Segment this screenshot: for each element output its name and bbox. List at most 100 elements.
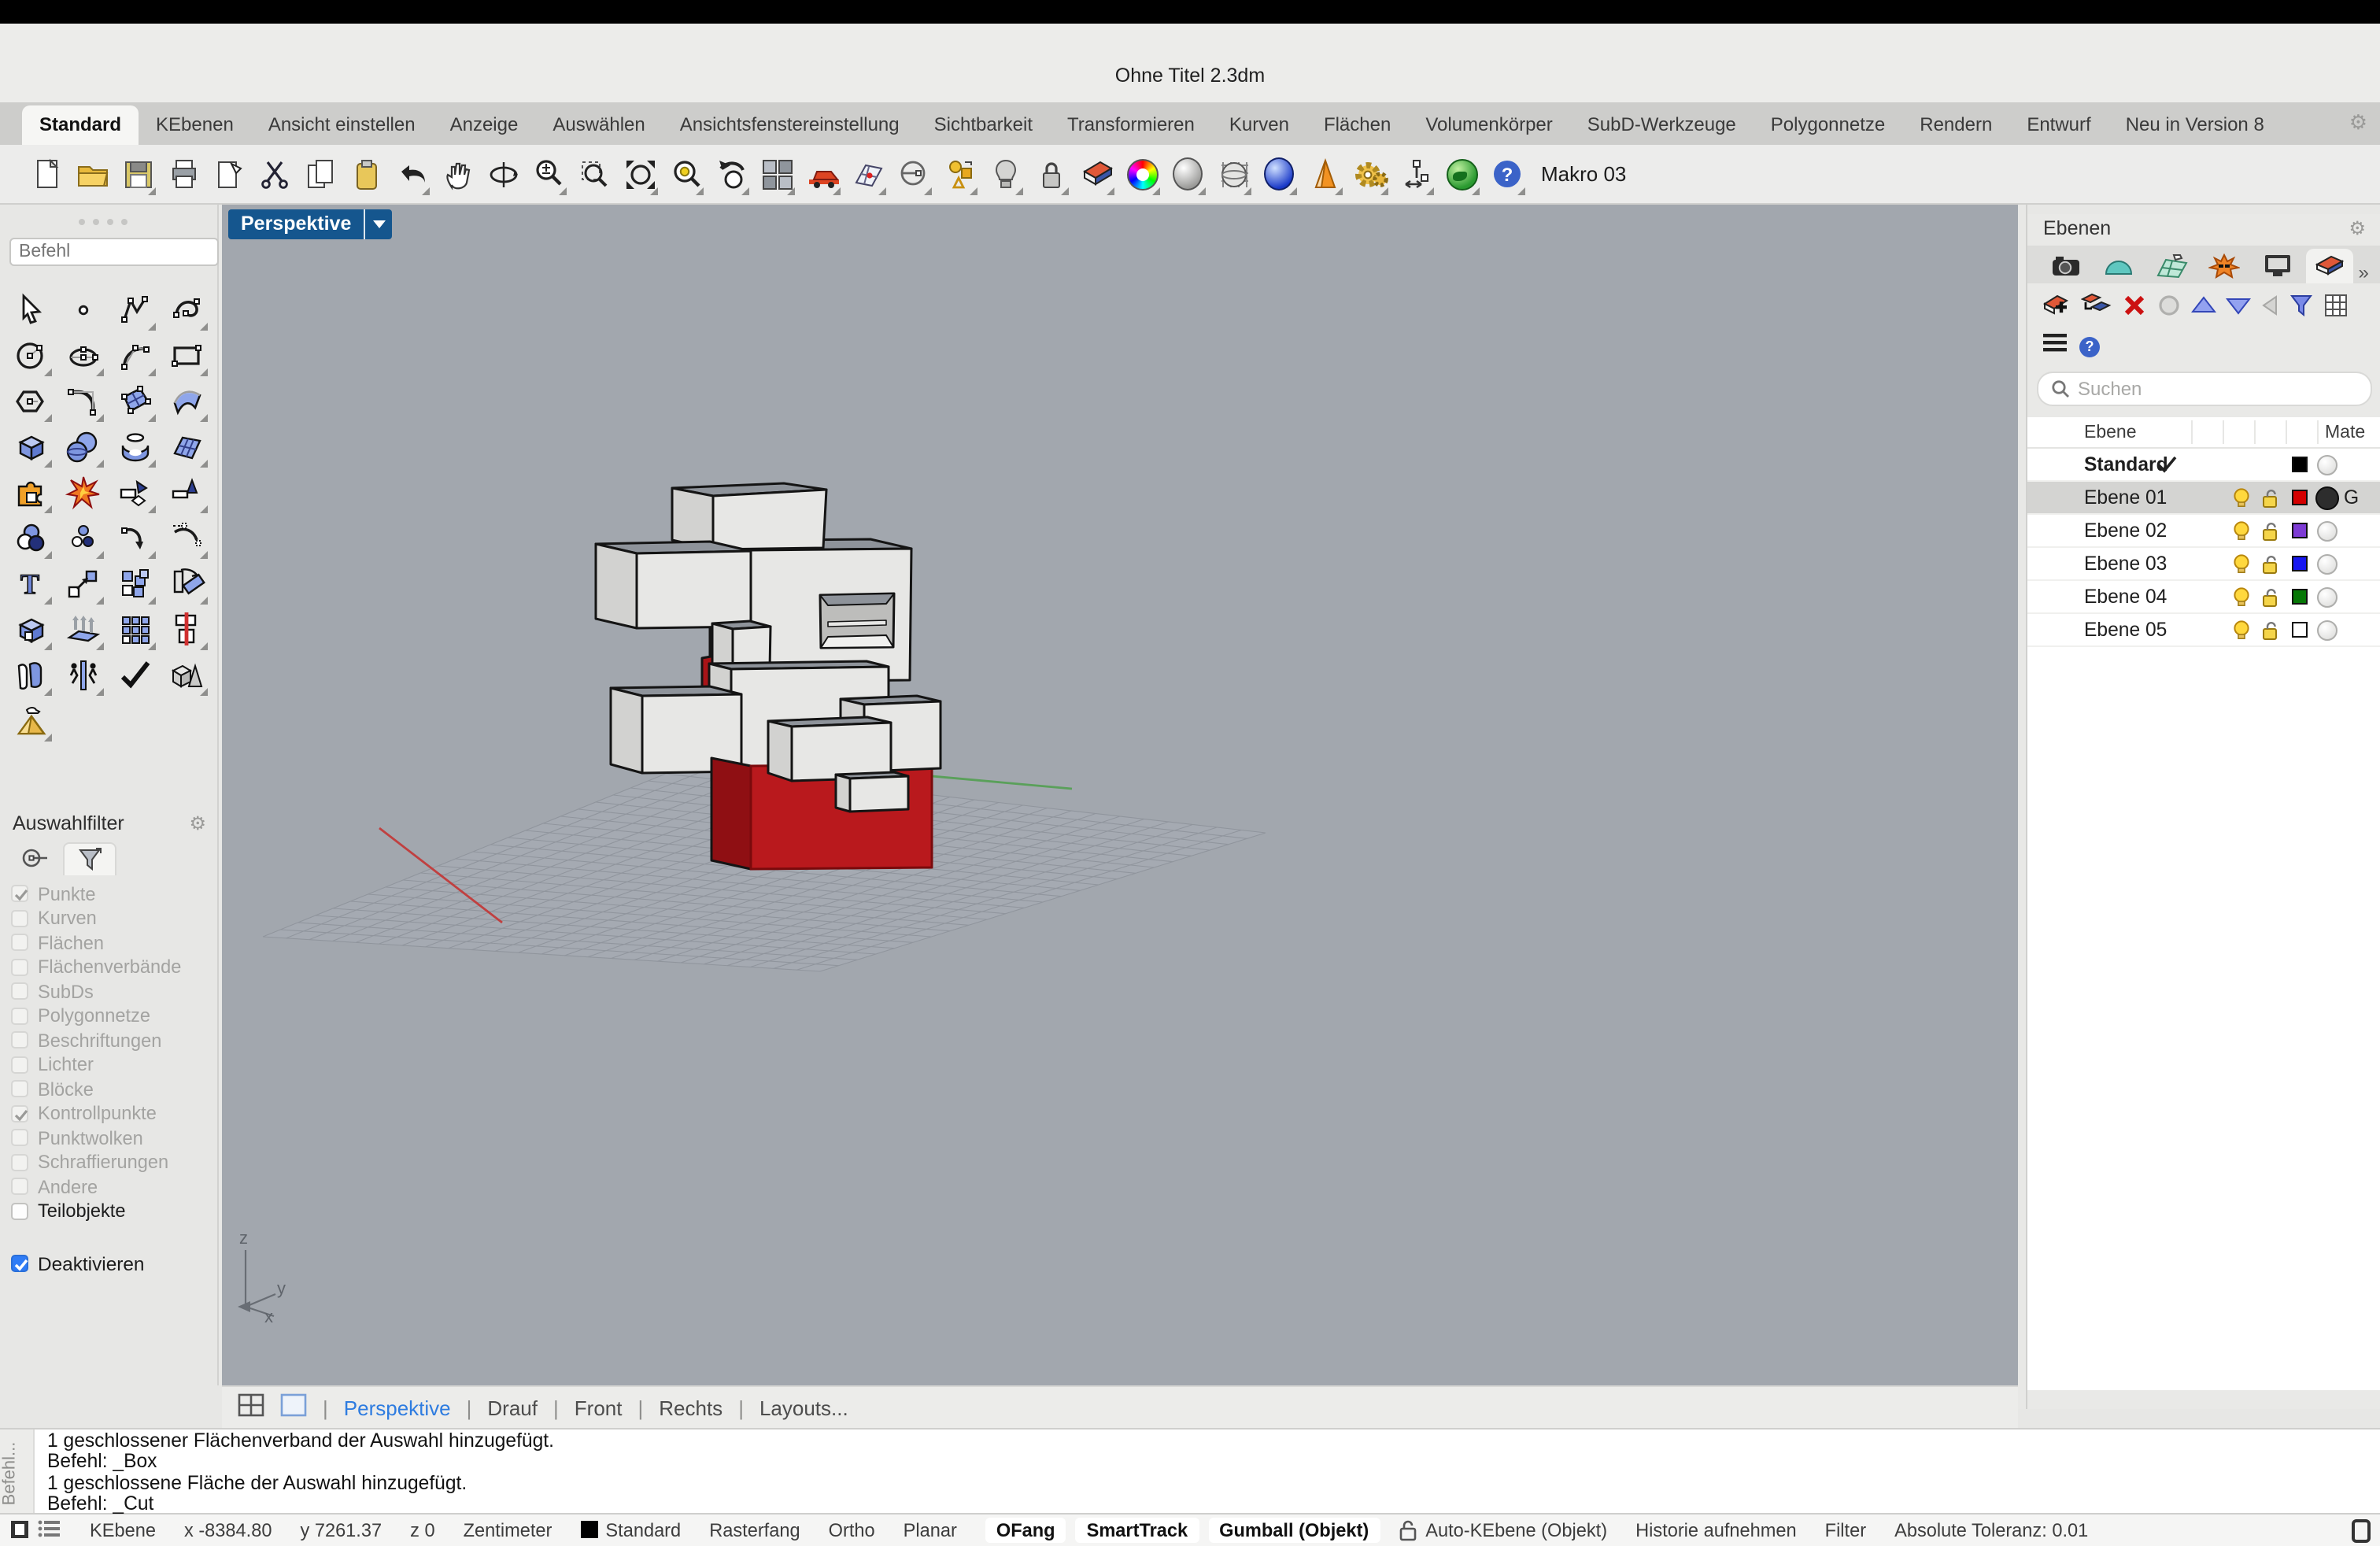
tab-bar-gear-icon[interactable]: ⚙	[2349, 110, 2367, 135]
layer-row-standard[interactable]: Standard	[2027, 449, 2380, 482]
help-icon[interactable]: ?	[1486, 150, 1528, 198]
menu-tab-polygonnetze[interactable]: Polygonnetze	[1754, 105, 1902, 145]
layer-on-bulb-icon[interactable]	[2232, 620, 2251, 645]
pan-view-icon[interactable]	[436, 150, 479, 198]
column-material[interactable]: Mate	[2325, 423, 2365, 442]
pyramid-hand-icon[interactable]	[5, 697, 57, 743]
points-group-icon[interactable]	[57, 515, 109, 560]
copy-icon[interactable]	[299, 150, 342, 198]
lock-icon[interactable]	[1029, 150, 1072, 198]
menu-tab-neu-in-version-8[interactable]: Neu in Version 8	[2108, 105, 2282, 145]
layer-lock-icon[interactable]	[2260, 620, 2281, 645]
layer-search-field[interactable]: Suchen	[2037, 372, 2372, 406]
zoom-window-icon[interactable]	[573, 150, 615, 198]
render-dome-tab-icon[interactable]	[2096, 249, 2143, 283]
column-ebene[interactable]: Ebene	[2084, 423, 2137, 442]
toggle-historie[interactable]: Historie aufnehmen	[1635, 1519, 1797, 1541]
menu-tab-entwurf[interactable]: Entwurf	[2009, 105, 2108, 145]
layer-help-icon[interactable]: ?	[2079, 336, 2100, 357]
arc-icon[interactable]	[109, 332, 161, 378]
menu-tab-flaechen[interactable]: Flächen	[1306, 105, 1408, 145]
filter-disable-toggle[interactable]: Deaktivieren	[11, 1252, 219, 1276]
viewport-grid-icon[interactable]	[238, 1393, 264, 1422]
rectangle-icon[interactable]	[161, 332, 213, 378]
perspective-viewport[interactable]: z y x Perspektive	[222, 205, 2018, 1385]
point-icon[interactable]	[57, 287, 109, 332]
layer-row-ebene-03[interactable]: Ebene 03	[2027, 548, 2380, 581]
shaded-sphere-icon[interactable]	[1166, 150, 1209, 198]
car-icon[interactable]	[801, 150, 844, 198]
view-tab-rechts[interactable]: Rechts	[659, 1396, 722, 1419]
offset-surface-icon[interactable]	[5, 652, 57, 697]
polyline-icon[interactable]	[109, 287, 161, 332]
toggle-rasterfang[interactable]: Rasterfang	[709, 1519, 800, 1541]
toggle-filter[interactable]: Filter	[1825, 1519, 1866, 1541]
layer-on-bulb-icon[interactable]	[2232, 554, 2251, 579]
layer-color-swatch[interactable]	[2292, 622, 2308, 638]
pointer-icon[interactable]	[5, 287, 57, 332]
toggle-ortho[interactable]: Ortho	[829, 1519, 875, 1541]
layers-tab-icon[interactable]	[2306, 249, 2353, 283]
layer-lock-icon[interactable]	[2260, 587, 2281, 612]
menu-tab-ansicht-einstellen[interactable]: Ansicht einstellen	[251, 105, 433, 145]
filter-item-punkte[interactable]: Punkte	[11, 882, 219, 906]
layer-lock-icon[interactable]	[2260, 554, 2281, 579]
solids-icon[interactable]	[161, 652, 213, 697]
explode-icon[interactable]	[57, 469, 109, 515]
open-file-icon[interactable]	[71, 150, 113, 198]
view-tab-perspektive[interactable]: Perspektive	[344, 1396, 451, 1419]
layer-color-swatch[interactable]	[2292, 457, 2308, 472]
layer-row-ebene-04[interactable]: Ebene 04	[2027, 581, 2380, 614]
command-history-area[interactable]: Befehl... 1 geschlossener Flächenverband…	[0, 1428, 2380, 1515]
extrude-icon[interactable]	[57, 606, 109, 652]
filter-item-beschriftungen[interactable]: Beschriftungen	[11, 1028, 219, 1052]
toggle-smarttrack[interactable]: SmartTrack	[1076, 1518, 1199, 1543]
curve-arrow-icon[interactable]	[109, 515, 161, 560]
layer-material-circle[interactable]	[2317, 454, 2338, 475]
layer-color-swatch[interactable]	[2292, 523, 2308, 538]
layer-menu-icon[interactable]	[2043, 332, 2067, 361]
layer-wedge-icon[interactable]	[1075, 150, 1118, 198]
status-tolerance[interactable]: Absolute Toleranz: 0.01	[1894, 1519, 2088, 1541]
selection-filter-gear-icon[interactable]: ⚙	[189, 812, 206, 834]
filter-item-lichter[interactable]: Lichter	[11, 1052, 219, 1077]
array-icon[interactable]	[109, 606, 161, 652]
rotate-icon[interactable]	[161, 560, 213, 606]
trim-icon[interactable]	[109, 469, 161, 515]
viewport-layout-icon[interactable]	[756, 150, 798, 198]
box-icon[interactable]	[5, 423, 57, 469]
dimension-icon[interactable]	[1395, 150, 1437, 198]
zoom-selected-icon[interactable]	[664, 150, 707, 198]
object-properties-icon[interactable]	[938, 150, 981, 198]
notification-cone-icon[interactable]	[1303, 150, 1346, 198]
circle-icon[interactable]	[5, 332, 57, 378]
view-tab-drauf[interactable]: Drauf	[487, 1396, 538, 1419]
filter-item-kurven[interactable]: Kurven	[11, 906, 219, 930]
filter-item-flaechen[interactable]: Flächen	[11, 930, 219, 955]
cplane-grid-tab-icon[interactable]	[2149, 249, 2196, 283]
filter-item-subds[interactable]: SubDs	[11, 979, 219, 1004]
filter-item-punktwolken[interactable]: Punktwolken	[11, 1126, 219, 1150]
layer-row-ebene-01[interactable]: Ebene 01 G	[2027, 482, 2380, 515]
puzzle-icon[interactable]	[5, 469, 57, 515]
extend-curve-icon[interactable]	[161, 515, 213, 560]
menu-tab-auswaehlen[interactable]: Auswählen	[535, 105, 662, 145]
layers-panel-gear-icon[interactable]: ⚙	[2349, 217, 2366, 239]
layer-lock-icon[interactable]	[2260, 488, 2281, 513]
menu-tab-transformieren[interactable]: Transformieren	[1050, 105, 1212, 145]
export-page-icon[interactable]	[208, 150, 250, 198]
filter-item-schraffierungen[interactable]: Schraffierungen	[11, 1150, 219, 1174]
split-figures-icon[interactable]	[57, 652, 109, 697]
settings-gears-icon[interactable]	[1349, 150, 1391, 198]
lamp-icon[interactable]	[984, 150, 1026, 198]
new-layer-icon[interactable]	[2043, 291, 2071, 326]
align-icon[interactable]	[161, 606, 213, 652]
surface-patch-icon[interactable]	[109, 378, 161, 423]
status-lock-icon[interactable]	[1399, 1519, 1416, 1541]
layer-filter-icon[interactable]	[2289, 292, 2314, 325]
explode-star-tab-icon[interactable]	[2201, 249, 2248, 283]
zoom-icon[interactable]	[527, 150, 570, 198]
layer-row-ebene-02[interactable]: Ebene 02	[2027, 515, 2380, 548]
toggle-planar[interactable]: Planar	[904, 1519, 957, 1541]
menu-tab-sichtbarkeit[interactable]: Sichtbarkeit	[917, 105, 1050, 145]
